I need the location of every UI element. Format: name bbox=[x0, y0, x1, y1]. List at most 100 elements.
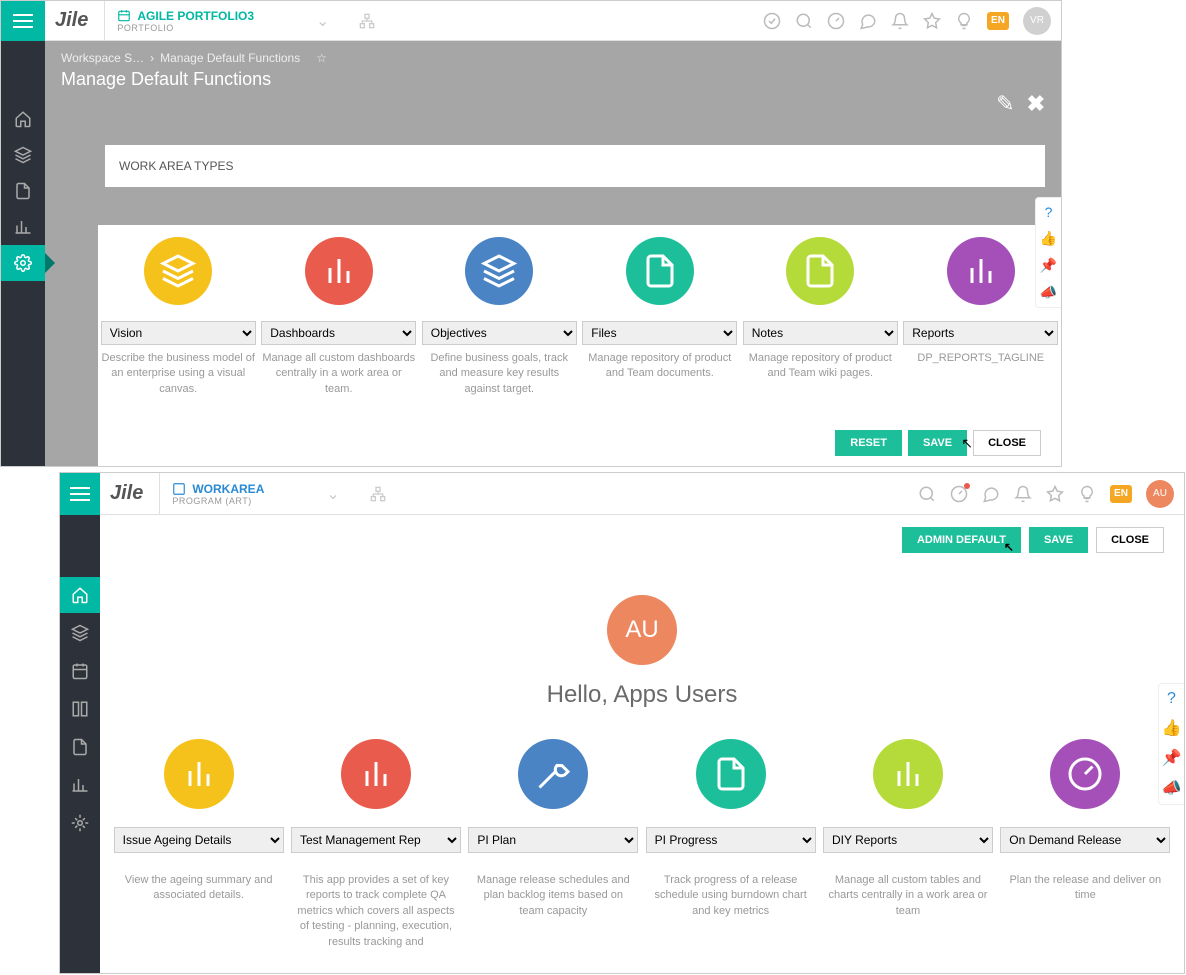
sidebar-home[interactable] bbox=[1, 101, 45, 137]
sidebar-settings[interactable] bbox=[60, 805, 100, 841]
function-select[interactable]: Issue Ageing Details bbox=[114, 827, 284, 853]
hamburger-button[interactable] bbox=[60, 473, 100, 515]
quick-access-card-issue-ageing: Issue Ageing Details View the ageing sum… bbox=[114, 739, 284, 950]
diy-reports-circle-icon bbox=[873, 739, 943, 809]
workarea-selector[interactable]: AGILE PORTFOLIO3 PORTFOLIO bbox=[104, 1, 266, 40]
wrench-icon bbox=[535, 756, 571, 792]
sidebar bbox=[1, 1, 45, 466]
document-icon bbox=[802, 253, 838, 289]
save-button[interactable]: SAVE bbox=[908, 430, 967, 456]
sidebar-files[interactable] bbox=[60, 729, 100, 765]
objectives-circle-icon bbox=[465, 237, 533, 305]
board-icon bbox=[71, 700, 89, 718]
breadcrumb-first[interactable]: Workspace S… bbox=[61, 51, 144, 65]
gauge-with-dot[interactable] bbox=[950, 485, 968, 503]
files-icon bbox=[713, 756, 749, 792]
app-logo: Jile bbox=[55, 9, 88, 32]
sidebar-settings[interactable] bbox=[1, 245, 45, 281]
home-icon bbox=[14, 110, 32, 128]
bell-icon[interactable] bbox=[891, 12, 909, 30]
function-select[interactable]: Dashboards bbox=[261, 321, 416, 345]
function-select[interactable]: Test Management Rep bbox=[291, 827, 461, 853]
pi-progress-circle-icon bbox=[696, 739, 766, 809]
home-icon bbox=[71, 586, 89, 604]
function-select[interactable]: PI Plan bbox=[468, 827, 638, 853]
files-icon bbox=[71, 738, 89, 756]
function-select[interactable]: PI Progress bbox=[646, 827, 816, 853]
vision-circle-icon bbox=[144, 237, 212, 305]
calendar-icon bbox=[71, 662, 89, 680]
chat-icon[interactable] bbox=[859, 12, 877, 30]
function-select[interactable]: Files bbox=[582, 321, 737, 345]
chevron-down-icon[interactable]: ⌄ bbox=[326, 484, 339, 504]
sidebar-charts[interactable] bbox=[60, 767, 100, 803]
test-mgmt-circle-icon bbox=[341, 739, 411, 809]
sidebar-layers[interactable] bbox=[1, 137, 45, 173]
layers-icon bbox=[14, 146, 32, 164]
admin-default-button[interactable]: ADMIN DEFAULT ↖ bbox=[902, 527, 1021, 553]
function-select[interactable]: DIY Reports bbox=[823, 827, 993, 853]
breadcrumb-second[interactable]: Manage Default Functions bbox=[160, 51, 300, 65]
layers-icon bbox=[71, 624, 89, 642]
star-icon[interactable] bbox=[1046, 485, 1064, 503]
language-badge[interactable]: EN bbox=[1110, 485, 1132, 503]
bell-icon[interactable] bbox=[1014, 485, 1032, 503]
function-select[interactable]: Vision bbox=[101, 321, 256, 345]
close-button[interactable]: CLOSE bbox=[973, 430, 1041, 456]
thumbs-up-icon[interactable]: 👍 bbox=[1162, 718, 1182, 738]
quick-access-card-dashboards: Dashboards Manage all custom dashboards … bbox=[261, 237, 416, 397]
chat-icon[interactable] bbox=[982, 485, 1000, 503]
reset-button[interactable]: RESET bbox=[835, 430, 902, 456]
help-icon[interactable]: ? bbox=[1045, 204, 1053, 220]
thumbs-up-icon[interactable]: 👍 bbox=[1040, 230, 1057, 247]
bulb-icon[interactable] bbox=[955, 12, 973, 30]
star-icon[interactable]: ☆ bbox=[316, 51, 327, 65]
function-select[interactable]: Reports bbox=[903, 321, 1058, 345]
announce-icon[interactable]: 📣 bbox=[1162, 778, 1182, 798]
save-button[interactable]: SAVE bbox=[1029, 527, 1088, 553]
quick-access-card-notes: Notes Manage repository of product and T… bbox=[743, 237, 898, 397]
workarea-selector[interactable]: WORKAREA PROGRAM (ART) bbox=[159, 473, 276, 514]
close-button[interactable]: CLOSE bbox=[1096, 527, 1164, 553]
quick-access-card-test-mgmt: Test Management Rep This app provides a … bbox=[291, 739, 461, 950]
announce-icon[interactable]: 📣 bbox=[1040, 284, 1057, 301]
help-icon[interactable]: ? bbox=[1167, 690, 1176, 708]
hamburger-icon bbox=[13, 14, 33, 28]
pin-icon[interactable]: 📌 bbox=[1040, 257, 1057, 274]
edit-icon[interactable]: ✎ bbox=[996, 91, 1014, 117]
layers-icon bbox=[160, 253, 196, 289]
card-desc: Manage all custom tables and charts cent… bbox=[823, 873, 993, 919]
hierarchy-icon[interactable] bbox=[359, 13, 375, 29]
function-select[interactable]: Notes bbox=[743, 321, 898, 345]
hierarchy-icon[interactable] bbox=[370, 486, 386, 502]
breadcrumb: Workspace S… › Manage Default Functions … bbox=[61, 51, 1045, 65]
hamburger-button[interactable] bbox=[1, 1, 45, 41]
sidebar-home[interactable] bbox=[60, 577, 100, 613]
bar-chart-icon bbox=[14, 218, 32, 236]
close-icon[interactable]: ✖ bbox=[1027, 91, 1045, 117]
gauge-icon[interactable] bbox=[827, 12, 845, 30]
check-circle-icon[interactable] bbox=[763, 12, 781, 30]
page-title: Manage Default Functions bbox=[61, 69, 1045, 90]
chevron-down-icon[interactable]: ⌄ bbox=[316, 11, 329, 31]
quick-access-card-pi-plan: PI Plan Manage release schedules and pla… bbox=[468, 739, 638, 950]
topbar: Jile AGILE PORTFOLIO3 PORTFOLIO ⌄ EN VR bbox=[45, 1, 1061, 41]
user-avatar[interactable]: AU bbox=[1146, 480, 1174, 508]
bulb-icon[interactable] bbox=[1078, 485, 1096, 503]
star-icon[interactable] bbox=[923, 12, 941, 30]
function-select[interactable]: On Demand Release bbox=[1000, 827, 1170, 853]
language-badge[interactable]: EN bbox=[987, 12, 1009, 30]
user-avatar[interactable]: VR bbox=[1023, 7, 1051, 35]
search-icon[interactable] bbox=[795, 12, 813, 30]
dashboards-circle-icon bbox=[305, 237, 373, 305]
sidebar-board[interactable] bbox=[60, 691, 100, 727]
sidebar-layers[interactable] bbox=[60, 615, 100, 651]
search-icon[interactable] bbox=[918, 485, 936, 503]
pin-icon[interactable]: 📌 bbox=[1162, 748, 1182, 768]
sidebar-files[interactable] bbox=[1, 173, 45, 209]
function-select[interactable]: Objectives bbox=[422, 321, 577, 345]
sidebar-charts[interactable] bbox=[1, 209, 45, 245]
bar-chart-icon bbox=[963, 253, 999, 289]
workarea-type: PROGRAM (ART) bbox=[172, 496, 264, 506]
sidebar-calendar[interactable] bbox=[60, 653, 100, 689]
